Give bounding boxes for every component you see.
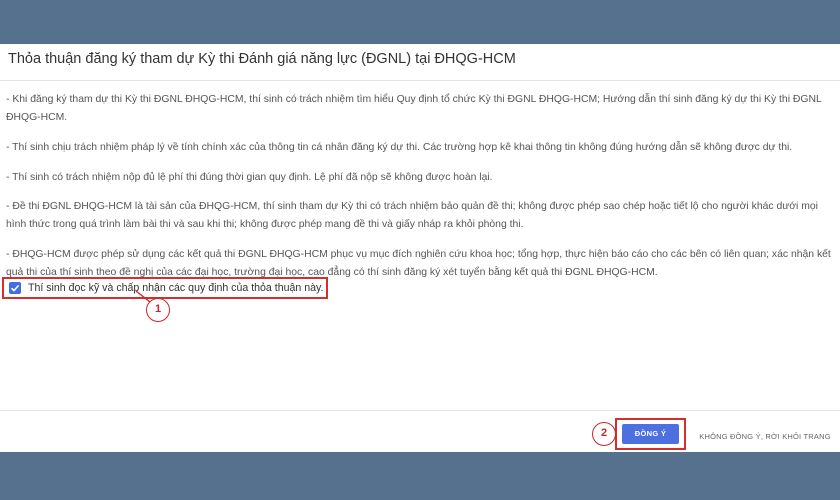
agreement-paragraph: - Thí sinh chịu trách nhiệm pháp lý về t… [6, 142, 793, 153]
annotation-marker-1: 1 [146, 298, 170, 322]
agreement-paragraph: - Khi đăng ký tham dự thi Kỳ thi ĐGNL ĐH… [6, 94, 822, 123]
agreement-paragraph: - Thí sinh có trách nhiệm nộp đủ lệ phí … [6, 172, 493, 183]
dialog-header: Thỏa thuận đăng ký tham dự Kỳ thi Đánh g… [0, 44, 840, 81]
agree-button[interactable]: ĐỒNG Ý [622, 424, 679, 444]
dialog-title: Thỏa thuận đăng ký tham dự Kỳ thi Đánh g… [8, 51, 516, 67]
dialog-footer: ĐỒNG Ý KHÔNG ĐỒNG Ý, RỜI KHỎI TRANG [0, 410, 840, 453]
decline-leave-button[interactable]: KHÔNG ĐỒNG Ý, RỜI KHỎI TRANG [694, 427, 836, 447]
agree-checkbox-row[interactable]: Thí sinh đọc kỹ và chấp nhận các quy địn… [2, 277, 328, 299]
checkmark-icon [10, 284, 20, 292]
agree-button-highlight: ĐỒNG Ý [615, 418, 686, 450]
agreement-dialog: Thỏa thuận đăng ký tham dự Kỳ thi Đánh g… [0, 44, 840, 452]
agree-checkbox-label[interactable]: Thí sinh đọc kỹ và chấp nhận các quy địn… [28, 282, 323, 294]
agreement-paragraph: - Đề thi ĐGNL ĐHQG-HCM là tài sản của ĐH… [6, 201, 818, 230]
agree-checkbox[interactable] [9, 282, 21, 294]
annotation-marker-2: 2 [592, 422, 616, 446]
